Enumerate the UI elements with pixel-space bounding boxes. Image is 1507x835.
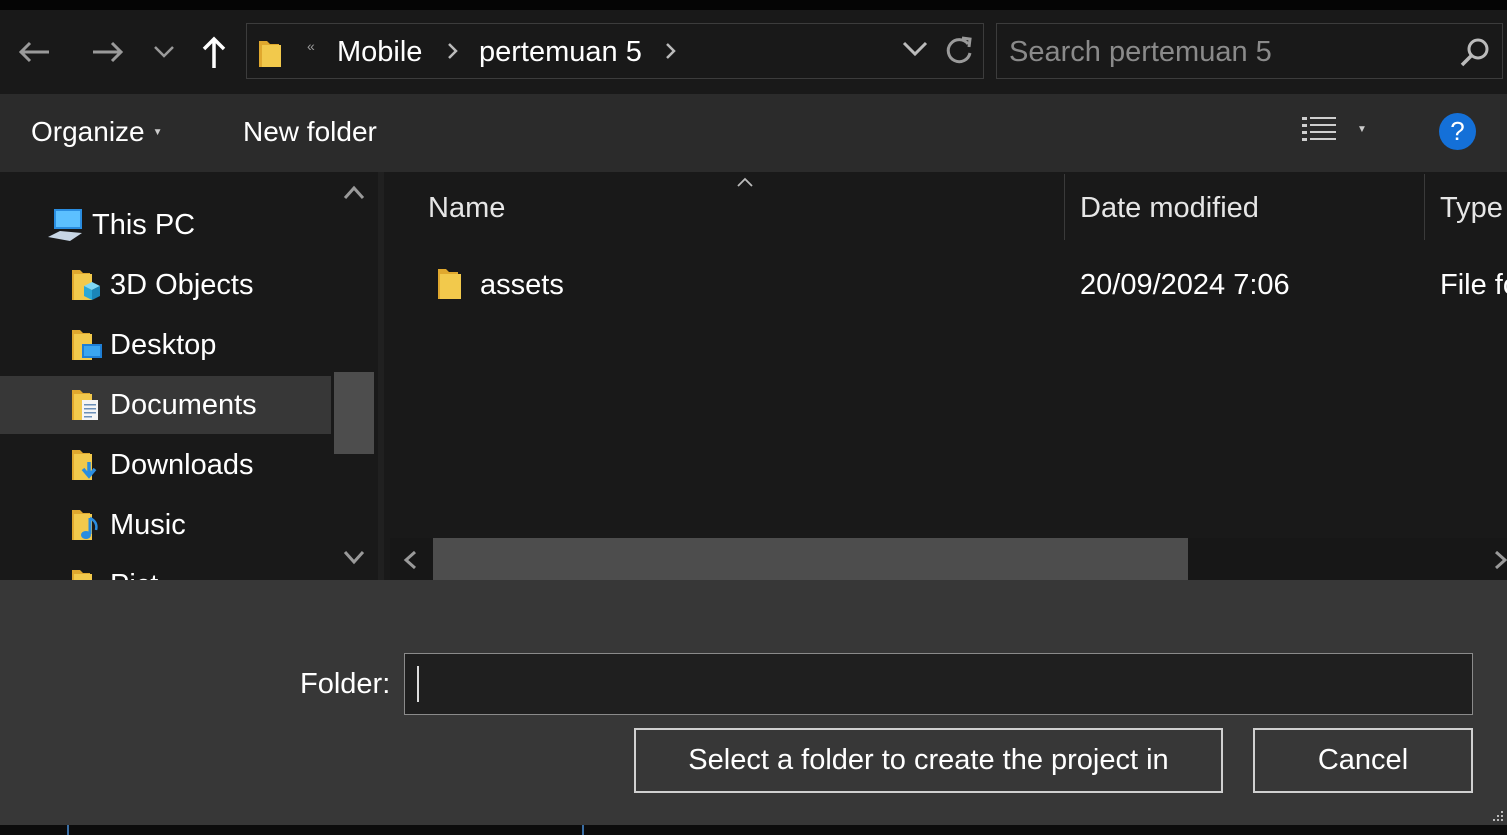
cancel-button[interactable]: Cancel bbox=[1253, 728, 1473, 793]
column-header-name[interactable]: Name bbox=[428, 192, 505, 225]
tree-item-desktop[interactable]: Desktop bbox=[0, 316, 331, 374]
tree-item-pictures[interactable]: Pict bbox=[0, 556, 331, 580]
computer-icon bbox=[48, 209, 82, 241]
desktop-folder-icon bbox=[72, 330, 102, 360]
navigation-bar: « Mobile pertemuan 5 bbox=[0, 10, 1507, 94]
column-divider[interactable] bbox=[1064, 174, 1065, 240]
scroll-left-icon[interactable] bbox=[402, 550, 418, 570]
tree-item-label: Documents bbox=[110, 388, 257, 421]
select-folder-button[interactable]: Select a folder to create the project in bbox=[634, 728, 1223, 793]
search-icon[interactable] bbox=[1460, 37, 1490, 67]
arrow-right-icon bbox=[93, 41, 124, 63]
organize-label: Organize bbox=[31, 116, 145, 147]
help-button[interactable]: ? bbox=[1439, 113, 1476, 150]
folder-icon bbox=[438, 269, 461, 299]
tree-item-label: Pict bbox=[110, 569, 158, 581]
resize-grip-icon[interactable] bbox=[1489, 807, 1505, 823]
tree-item-label: Desktop bbox=[110, 328, 217, 361]
navigation-pane: This PC 3D Objects Desktop Documents Dow… bbox=[0, 172, 378, 580]
documents-folder-icon bbox=[72, 390, 98, 420]
file-name: assets bbox=[480, 269, 564, 301]
refresh-icon[interactable] bbox=[943, 35, 975, 67]
search-box[interactable] bbox=[996, 23, 1503, 79]
3d-objects-folder-icon bbox=[72, 270, 100, 300]
file-row[interactable]: assets 20/09/2024 7:06 File fo bbox=[384, 256, 1507, 314]
folder-input[interactable] bbox=[405, 654, 1472, 714]
breadcrumb-pertemuan-5[interactable]: pertemuan 5 bbox=[479, 36, 642, 69]
column-header-date-modified[interactable]: Date modified bbox=[1080, 192, 1259, 225]
file-list: Name Date modified Type assets 20/09/202… bbox=[378, 172, 1507, 580]
new-folder-label: New folder bbox=[243, 116, 377, 147]
chevron-down-icon[interactable] bbox=[902, 41, 928, 57]
arrow-up-icon bbox=[202, 36, 226, 68]
tree-item-3d-objects[interactable]: 3D Objects bbox=[0, 256, 331, 314]
view-options-caret-icon[interactable]: ▼ bbox=[1357, 124, 1367, 135]
up-button[interactable] bbox=[198, 32, 230, 72]
address-bar[interactable]: « Mobile pertemuan 5 bbox=[246, 23, 984, 79]
tree-item-music[interactable]: Music bbox=[0, 496, 331, 554]
new-folder-button[interactable]: New folder bbox=[243, 116, 377, 148]
folder-icon bbox=[259, 41, 281, 67]
music-folder-icon bbox=[72, 510, 98, 540]
file-date-modified: 20/09/2024 7:06 bbox=[1080, 269, 1290, 301]
divider bbox=[582, 825, 584, 835]
scroll-right-icon[interactable] bbox=[1493, 550, 1507, 570]
file-list-horizontal-scrollbar[interactable] bbox=[390, 538, 1507, 580]
forward-button[interactable] bbox=[88, 32, 128, 72]
tree-item-this-pc[interactable]: This PC bbox=[0, 196, 331, 254]
window-bottom-edge bbox=[0, 825, 1507, 835]
chevron-right-icon[interactable] bbox=[447, 42, 459, 60]
tree-item-label: Music bbox=[110, 508, 186, 541]
scroll-up-icon[interactable] bbox=[343, 184, 365, 200]
scrollbar-thumb[interactable] bbox=[433, 538, 1188, 580]
dialog-footer: Folder: Select a folder to create the pr… bbox=[0, 580, 1507, 825]
folder-field[interactable] bbox=[404, 653, 1473, 715]
address-overflow[interactable]: « bbox=[307, 38, 315, 54]
details-view-icon[interactable] bbox=[1300, 114, 1338, 146]
file-type: File fo bbox=[1440, 269, 1507, 301]
caret-down-icon: ▼ bbox=[152, 126, 163, 138]
sort-ascending-icon bbox=[737, 177, 753, 187]
text-cursor bbox=[417, 666, 419, 702]
tree-item-label: This PC bbox=[92, 208, 196, 241]
scroll-down-icon[interactable] bbox=[343, 550, 365, 566]
tree-item-documents[interactable]: Documents bbox=[0, 376, 331, 434]
pictures-folder-icon bbox=[72, 570, 92, 580]
column-divider[interactable] bbox=[1424, 174, 1425, 240]
scrollbar-thumb[interactable] bbox=[334, 372, 374, 454]
divider bbox=[67, 825, 69, 835]
tree-item-label: 3D Objects bbox=[110, 268, 254, 301]
back-button[interactable] bbox=[14, 32, 54, 72]
window-top-edge bbox=[0, 0, 1507, 10]
chevron-right-icon[interactable] bbox=[665, 42, 677, 60]
folder-label: Folder: bbox=[300, 668, 391, 700]
breadcrumb-mobile[interactable]: Mobile bbox=[337, 36, 422, 69]
navigation-pane-scrollbar[interactable] bbox=[331, 172, 378, 580]
organize-button[interactable]: Organize ▼ bbox=[31, 116, 163, 148]
tree-item-downloads[interactable]: Downloads bbox=[0, 436, 331, 494]
search-input[interactable] bbox=[1009, 34, 1449, 70]
downloads-folder-icon bbox=[72, 450, 97, 480]
column-header-type[interactable]: Type bbox=[1440, 192, 1503, 225]
arrow-left-icon bbox=[18, 41, 49, 63]
command-bar: Organize ▼ New folder ▼ ? bbox=[0, 94, 1507, 172]
tree-item-label: Downloads bbox=[110, 448, 254, 481]
chevron-down-icon bbox=[154, 46, 174, 58]
recent-locations-button[interactable] bbox=[150, 32, 178, 72]
